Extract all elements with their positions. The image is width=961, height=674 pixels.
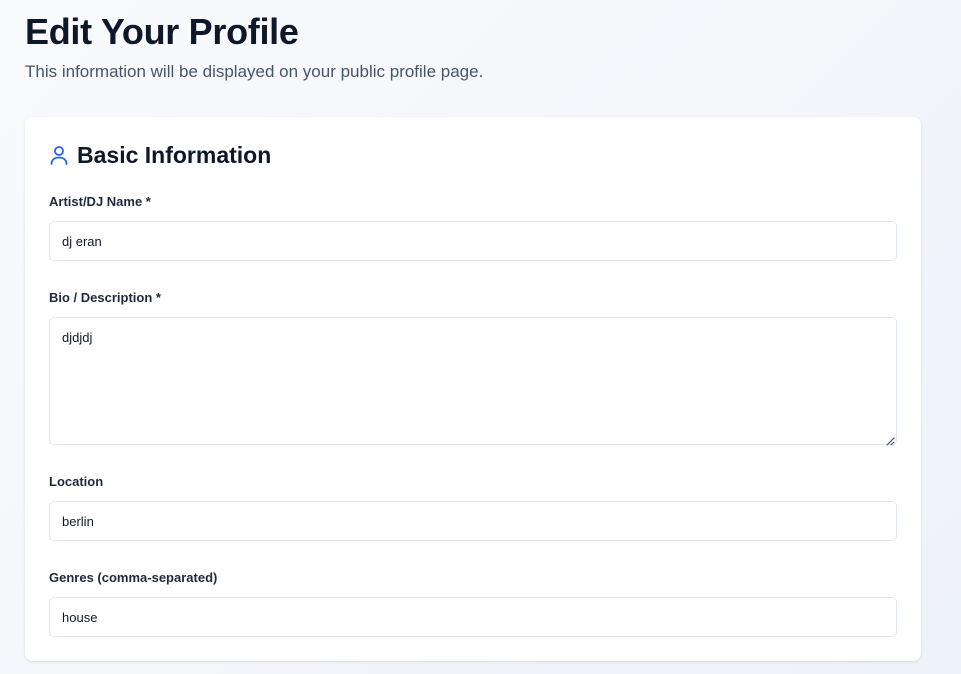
resize-handle-icon[interactable] (885, 433, 895, 446)
basic-information-card: Basic Information Artist/DJ Name * Bio /… (25, 117, 921, 661)
artist-name-input[interactable] (49, 221, 897, 261)
genres-label: Genres (comma-separated) (49, 570, 218, 585)
location-label: Location (49, 474, 104, 489)
bio-label: Bio / Description * (49, 290, 161, 305)
section-title: Basic Information (77, 142, 272, 168)
page-title: Edit Your Profile (25, 11, 299, 52)
genres-input[interactable] (49, 597, 897, 637)
location-input[interactable] (49, 501, 897, 541)
bio-textarea[interactable]: djdjdj (49, 317, 897, 445)
section-header: Basic Information (49, 141, 271, 169)
artist-name-label: Artist/DJ Name * (49, 194, 151, 209)
user-icon (49, 145, 69, 165)
page-subtitle: This information will be displayed on yo… (25, 62, 484, 81)
